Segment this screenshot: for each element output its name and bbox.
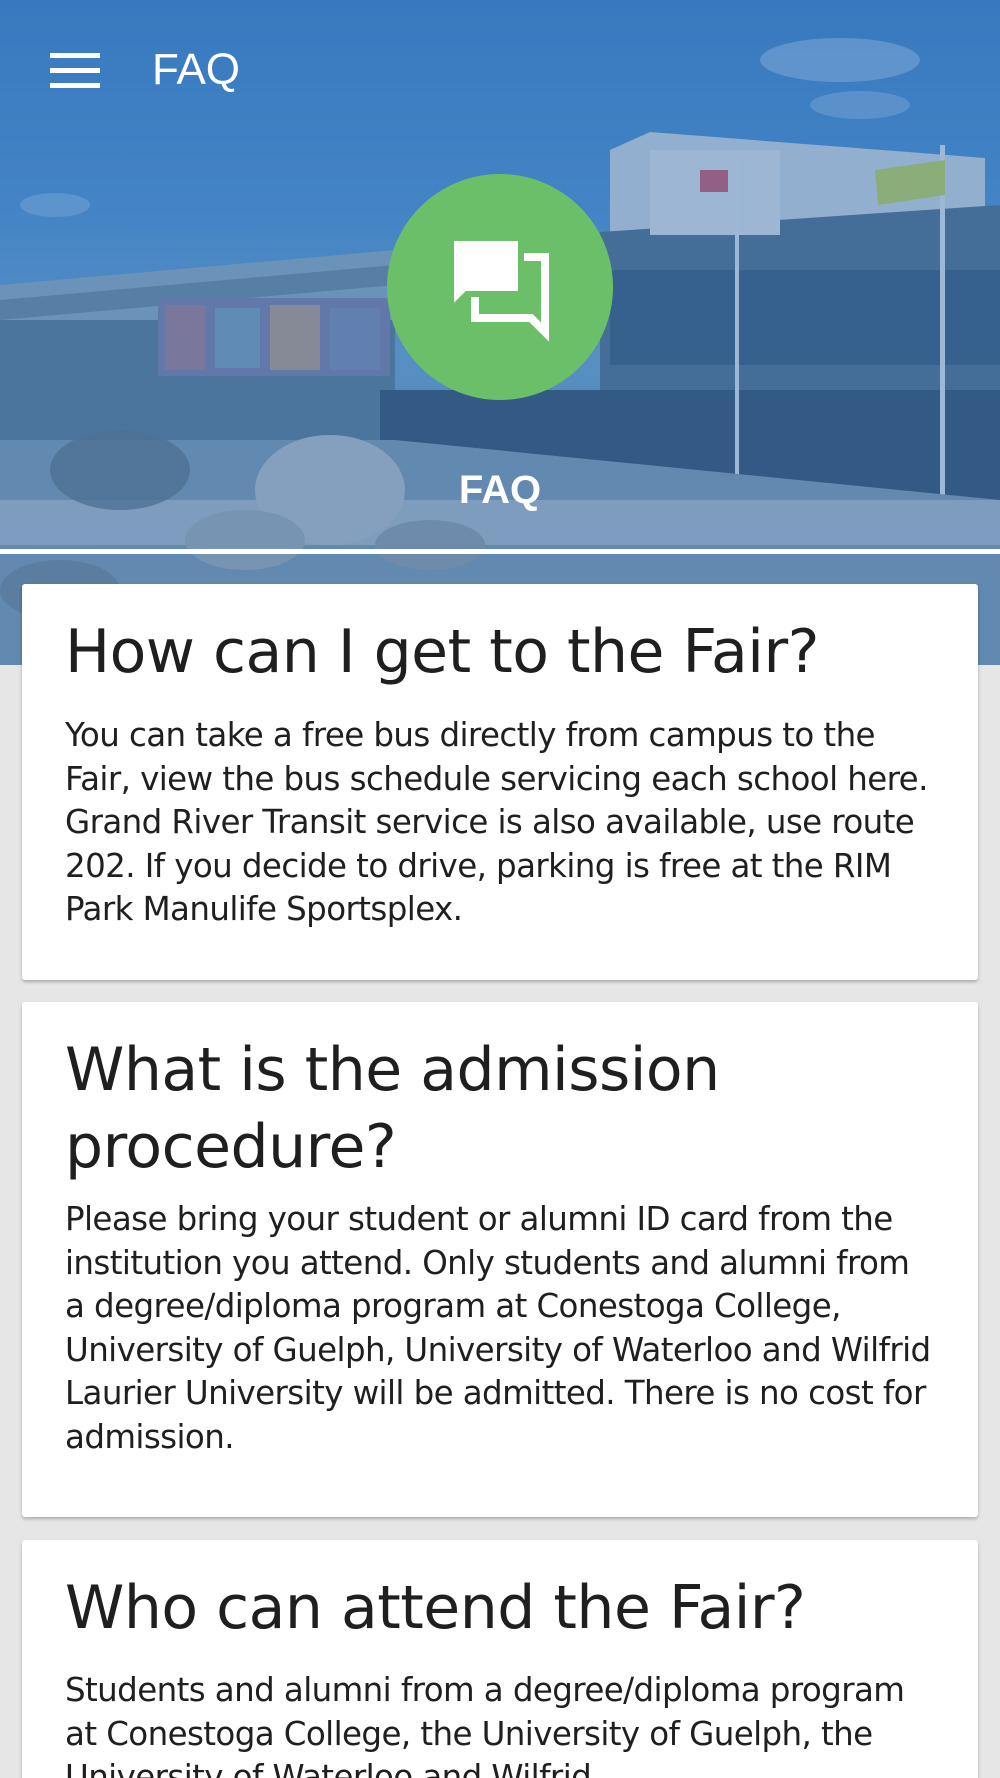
- faq-card: What is the admission procedure? Please …: [22, 1002, 978, 1517]
- faq-card: How can I get to the Fair? You can take …: [22, 584, 978, 980]
- faq-answer: You can take a free bus directly from ca…: [65, 716, 928, 928]
- hero-icon-circle: [387, 174, 613, 400]
- faq-question: Who can attend the Fair?: [65, 1573, 806, 1643]
- faq-question: How can I get to the Fair?: [65, 617, 820, 687]
- faq-answer: Please bring your student or alumni ID c…: [65, 1200, 931, 1456]
- faq-screen: FAQ FAQ How can I get to the Fair? You c…: [0, 0, 1000, 1778]
- hamburger-menu-icon-bar: [50, 67, 100, 73]
- faq-question: What is the admission procedure?: [65, 1035, 720, 1182]
- faq-card: Who can attend the Fair? Students and al…: [22, 1540, 978, 1778]
- faq-answer: Students and alumni from a degree/diplom…: [65, 1671, 905, 1778]
- hamburger-menu-icon-bar: [50, 82, 100, 88]
- app-bar-title: FAQ: [152, 45, 241, 94]
- hero-label: FAQ: [458, 468, 542, 512]
- hamburger-menu-icon: [50, 52, 100, 58]
- chat-bubbles-icon: [448, 235, 549, 342]
- menu-button[interactable]: [40, 40, 110, 100]
- hero-divider: [0, 549, 1000, 554]
